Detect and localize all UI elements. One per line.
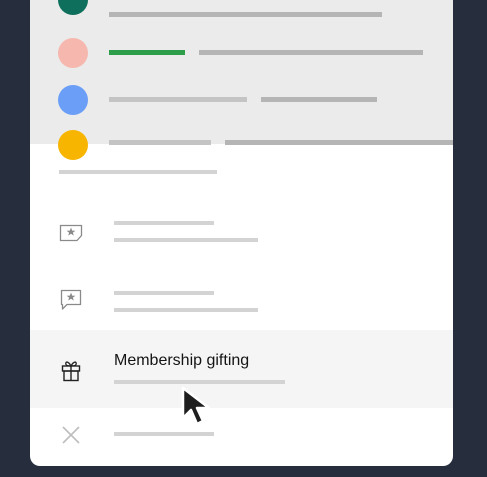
contact-name-placeholder <box>109 140 211 145</box>
contact-name-placeholder <box>109 12 382 17</box>
contact-avatar[interactable] <box>58 85 88 115</box>
contact-detail-placeholder <box>225 140 453 145</box>
contact-list <box>30 0 453 160</box>
menu-item-1[interactable] <box>30 196 453 266</box>
menu-item-2[interactable] <box>30 266 453 330</box>
menu-header-placeholder <box>59 170 217 174</box>
menu-item-title-placeholder <box>114 432 214 436</box>
menu-item-close[interactable] <box>30 408 453 466</box>
gift-icon <box>61 358 81 387</box>
popup-menu-card: Membership gifting <box>30 0 453 466</box>
contact-detail-placeholder <box>261 97 377 102</box>
menu-item-label: Membership gifting <box>114 352 250 369</box>
close-icon <box>61 425 81 450</box>
menu-item-subtitle-placeholder <box>114 380 285 384</box>
star-speech-bubble-icon <box>59 288 83 317</box>
contact-name-highlight <box>109 50 185 55</box>
contact-avatar[interactable] <box>58 38 88 68</box>
contact-avatar[interactable] <box>58 0 88 15</box>
mouse-cursor-icon <box>181 386 211 426</box>
contact-name-placeholder <box>109 97 247 102</box>
menu-item-subtitle-placeholder <box>114 238 258 242</box>
contact-detail-placeholder <box>199 50 423 55</box>
menu-item-title-placeholder <box>114 291 214 295</box>
menu-item-title-placeholder <box>114 221 214 225</box>
star-card-icon <box>59 222 83 247</box>
menu-item-membership-gifting[interactable]: Membership gifting <box>30 330 453 408</box>
menu-item-subtitle-placeholder <box>114 308 258 312</box>
contact-avatar[interactable] <box>58 130 88 160</box>
